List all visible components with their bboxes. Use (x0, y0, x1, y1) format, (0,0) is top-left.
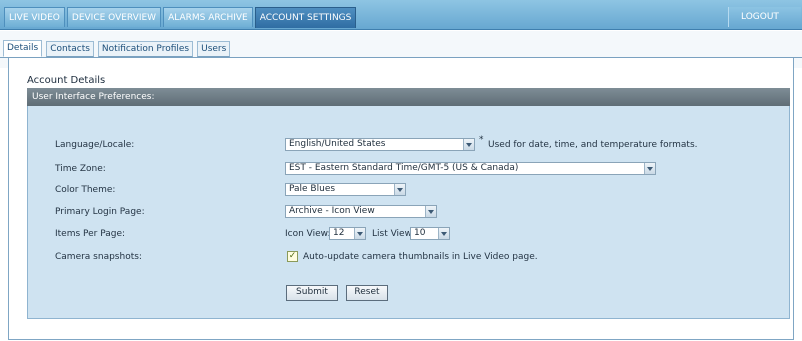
timezone-select-value: EST - Eastern Standard Time/GMT-5 (US & … (289, 163, 519, 173)
timezone-select[interactable]: EST - Eastern Standard Time/GMT-5 (US & … (285, 162, 656, 175)
timezone-label: Time Zone: (55, 164, 106, 174)
tab-alarms-archive[interactable]: ALARMS ARCHIVE (163, 7, 253, 27)
submit-button[interactable]: Submit (286, 285, 338, 301)
icon-view-select[interactable]: 12 (329, 227, 366, 240)
primary-login-page-select[interactable]: Archive - Icon View (285, 205, 437, 218)
camera-snapshots-checkbox[interactable]: ✓ (287, 251, 298, 262)
color-theme-select[interactable]: Pale Blues (285, 183, 406, 196)
tab-account-settings[interactable]: ACCOUNT SETTINGS (254, 7, 357, 28)
required-asterisk: * (479, 135, 484, 145)
preferences-panel (27, 88, 790, 319)
tab-live-video[interactable]: LIVE VIDEO (4, 7, 65, 27)
logout-button[interactable]: LOGOUT (728, 7, 801, 27)
subtab-contacts[interactable]: Contacts (46, 41, 94, 57)
chevron-down-icon (394, 184, 405, 195)
primary-login-page-select-value: Archive - Icon View (289, 206, 375, 216)
subtab-notification-profiles[interactable]: Notification Profiles (97, 41, 194, 57)
top-nav-tabs: LIVE VIDEO DEVICE OVERVIEW ALARMS ARCHIV… (4, 7, 358, 29)
list-view-select[interactable]: 10 (410, 227, 450, 240)
primary-login-page-label: Primary Login Page: (55, 207, 145, 217)
subtab-users[interactable]: Users (197, 41, 231, 57)
chevron-down-icon (354, 228, 365, 239)
list-view-label: List View: (372, 229, 415, 239)
icon-view-select-value: 12 (333, 228, 345, 238)
section-title: Account Details (27, 75, 106, 86)
panel-header: User Interface Preferences: (27, 88, 790, 106)
language-select[interactable]: English/United States (285, 138, 475, 151)
items-per-page-label: Items Per Page: (55, 229, 126, 239)
color-theme-label: Color Theme: (55, 185, 116, 195)
chevron-down-icon (463, 139, 474, 150)
chevron-down-icon (438, 228, 449, 239)
language-note: Used for date, time, and temperature for… (488, 140, 698, 150)
language-label: Language/Locale: (55, 140, 135, 150)
language-select-value: English/United States (289, 139, 386, 149)
camera-snapshots-checkbox-label: Auto-update camera thumbnails in Live Vi… (303, 252, 538, 262)
reset-button[interactable]: Reset (346, 285, 388, 301)
chevron-down-icon (644, 163, 655, 174)
subtab-details[interactable]: Details (3, 40, 43, 57)
checkmark-icon: ✓ (288, 251, 297, 261)
icon-view-label: Icon View: (285, 229, 331, 239)
color-theme-select-value: Pale Blues (289, 184, 336, 194)
camera-snapshots-label: Camera snapshots: (55, 252, 142, 262)
tab-device-overview[interactable]: DEVICE OVERVIEW (66, 7, 162, 27)
list-view-select-value: 10 (414, 228, 426, 238)
chevron-down-icon (425, 206, 436, 217)
sub-tabs: Details Contacts Notification Profiles U… (3, 40, 231, 57)
